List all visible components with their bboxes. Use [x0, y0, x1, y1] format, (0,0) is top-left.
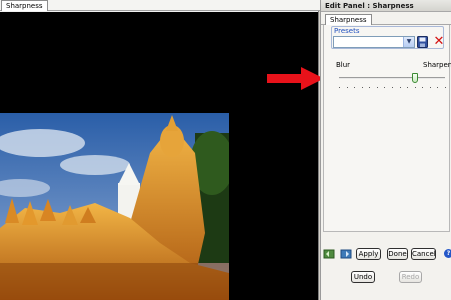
tab-sharpness-document[interactable]: Sharpness [1, 0, 48, 11]
rotate-left-icon[interactable] [323, 248, 335, 260]
slider-tick [376, 87, 378, 88]
chevron-down-icon[interactable]: ▼ [403, 37, 414, 47]
cancel-button[interactable]: Cancel [411, 248, 436, 260]
done-button[interactable]: Done [387, 248, 408, 260]
slider-tick [369, 87, 371, 88]
sharpness-tab-body [323, 25, 450, 232]
blur-label: Blur [336, 61, 351, 69]
edit-panel-title: Edit Panel : Sharpness [321, 0, 451, 12]
sharpen-label: Sharpen [423, 61, 451, 69]
apply-button[interactable]: Apply [356, 248, 381, 260]
presets-label: Presets [334, 27, 360, 35]
undo-button[interactable]: Undo [351, 271, 375, 283]
document-tabstrip: Sharpness [0, 0, 320, 11]
slider-tick [384, 87, 386, 88]
sharpness-slider-track[interactable] [339, 77, 445, 79]
slider-tick [339, 87, 340, 88]
redo-button[interactable]: Redo [399, 271, 422, 283]
slider-tick [392, 87, 393, 88]
edit-panel-tabstrip: Sharpness [321, 13, 451, 26]
slider-tick [414, 87, 416, 88]
slider-tick [346, 87, 348, 88]
slider-tick [407, 87, 409, 88]
slider-tick [445, 87, 446, 88]
slider-tick [354, 87, 356, 88]
slider-tick [422, 87, 424, 88]
image-canvas[interactable] [0, 12, 318, 300]
document-area: Sharpness [0, 0, 320, 300]
slider-tick [399, 87, 401, 88]
delete-icon[interactable]: ✕ [433, 35, 445, 48]
slider-tick [429, 87, 431, 88]
save-icon[interactable] [417, 36, 428, 48]
annotation-arrow-icon [267, 67, 324, 90]
photo-preview [0, 113, 229, 300]
sharpness-slider-thumb[interactable] [412, 73, 419, 83]
slider-tick [361, 87, 363, 88]
slider-tick [437, 87, 439, 88]
help-icon[interactable]: ? [444, 249, 451, 258]
rotate-right-icon[interactable] [340, 248, 352, 260]
presets-select[interactable]: ▼ [333, 36, 415, 48]
